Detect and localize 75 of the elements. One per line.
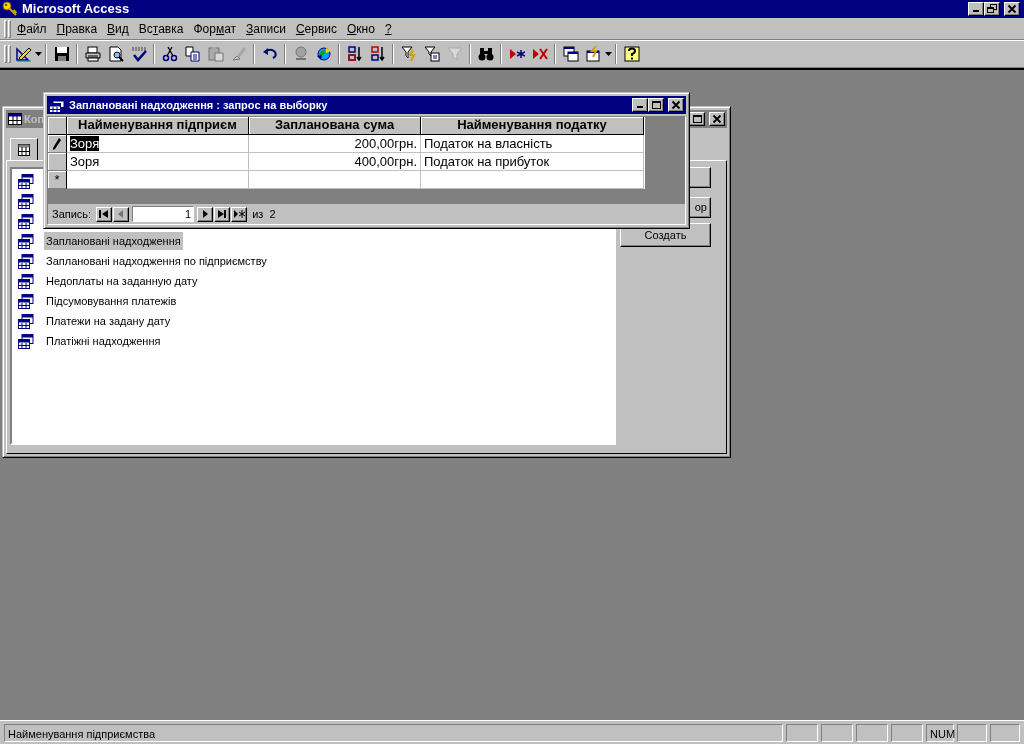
datasheet-icon xyxy=(18,333,34,349)
menu-item[interactable]: Окно xyxy=(342,18,380,39)
table-cell: 200,00грн. xyxy=(249,135,421,153)
datasheet-icon xyxy=(18,273,34,289)
column-header[interactable]: Запланована сума xyxy=(249,117,421,135)
row-selector[interactable] xyxy=(48,135,67,153)
maximize-icon xyxy=(651,100,661,110)
maximize-icon xyxy=(692,114,702,124)
table-cell: Податок на прибуток xyxy=(421,153,644,171)
table-icon xyxy=(18,143,30,156)
pencil-icon xyxy=(53,137,61,150)
status-panel xyxy=(957,723,987,742)
record-number-field[interactable]: 1 xyxy=(132,206,195,222)
menu-item[interactable]: ? xyxy=(379,18,397,39)
menu-item[interactable]: Формат xyxy=(188,18,242,39)
status-panel xyxy=(856,723,888,742)
minimize-icon xyxy=(973,10,979,12)
datasheet-icon xyxy=(18,233,34,249)
list-item[interactable]: Платіжні надходження xyxy=(44,331,163,351)
app-title: Microsoft Access xyxy=(22,0,130,19)
status-panel xyxy=(786,723,818,742)
navigator-label: Запись: xyxy=(52,206,92,222)
maximize-button[interactable] xyxy=(648,98,664,112)
datasheet-icon xyxy=(18,313,34,329)
close-button[interactable] xyxy=(1004,2,1020,16)
caret-icon xyxy=(35,52,42,56)
datasheet-icon xyxy=(18,293,34,309)
keyboard-indicator: NUM xyxy=(926,723,954,742)
close-button[interactable] xyxy=(668,98,684,112)
datasheet-icon xyxy=(18,253,34,269)
restore-icon xyxy=(987,4,997,14)
datasheet-icon xyxy=(18,173,34,189)
close-icon xyxy=(671,100,681,110)
list-item[interactable]: Підсумовування платежів xyxy=(44,291,179,311)
minimize-icon xyxy=(637,106,643,108)
list-item[interactable]: Заплановані надходження xyxy=(44,231,183,251)
table-cell: Податок на власність xyxy=(421,135,644,153)
close-icon xyxy=(712,114,722,124)
record-count: из 2 xyxy=(252,206,276,222)
close-button[interactable] xyxy=(709,112,725,126)
datasheet-icon xyxy=(18,213,34,229)
minimize-button[interactable] xyxy=(968,2,984,16)
list-item[interactable]: Заплановані надходження по підприємству xyxy=(44,251,269,271)
table-cell: 400,00грн. xyxy=(249,153,421,171)
status-panel xyxy=(891,723,923,742)
row-selector[interactable] xyxy=(48,153,67,171)
window-title: Заплановані надходження : запрос на выборку xyxy=(69,97,328,113)
menu-item[interactable]: Вставка xyxy=(133,18,189,39)
close-icon xyxy=(1007,4,1017,14)
list-item[interactable]: Недоплаты на заданную дату xyxy=(44,271,200,291)
status-panel xyxy=(821,723,853,742)
dropdown-button[interactable] xyxy=(605,52,612,56)
caret-icon xyxy=(605,52,612,56)
table-icon xyxy=(8,113,22,125)
table-cell: Зоря xyxy=(67,135,249,153)
minimize-button[interactable] xyxy=(632,98,648,112)
menu-item[interactable]: Правка xyxy=(51,18,103,39)
table-cell: Зоря xyxy=(67,153,249,171)
menu-item[interactable]: Вид xyxy=(102,18,134,39)
window-title: Коп xyxy=(24,111,45,127)
row-selector[interactable]: * xyxy=(48,171,67,189)
dropdown-button[interactable] xyxy=(35,52,42,56)
corner-cell xyxy=(48,117,67,135)
list-item[interactable]: Платежи на задану дату xyxy=(44,311,173,331)
menu-item[interactable]: Сервис xyxy=(290,18,342,39)
menu-item[interactable]: Записи xyxy=(241,18,291,39)
tab[interactable] xyxy=(10,138,38,160)
status-text: Найменування підприємства xyxy=(4,723,783,742)
status-panel xyxy=(990,723,1020,742)
menu-item[interactable]: Файл xyxy=(12,18,52,39)
key-icon xyxy=(2,1,18,17)
datasheet-icon xyxy=(18,193,34,209)
column-header[interactable]: Найменування підприєм xyxy=(67,117,249,135)
restore-button[interactable] xyxy=(984,2,1000,16)
column-header[interactable]: Найменування податку xyxy=(421,117,644,135)
